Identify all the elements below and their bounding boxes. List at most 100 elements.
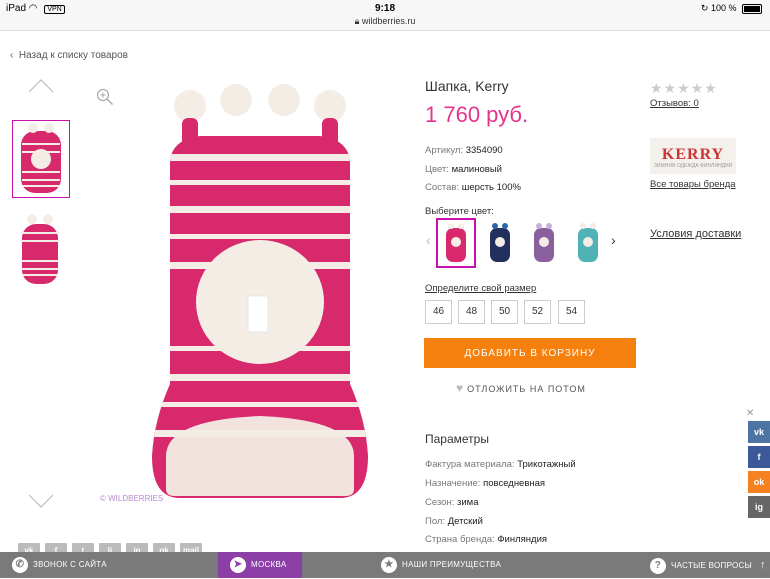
hat-stripe: [22, 143, 60, 145]
phone-icon: ✆: [12, 556, 28, 573]
param-value: Детский: [447, 516, 483, 527]
hat-stripe: [152, 154, 368, 161]
url-text: wildberries.ru: [361, 16, 416, 26]
thumbnail-image: [21, 214, 59, 284]
side-odnoklassniki-button[interactable]: ok: [748, 471, 770, 493]
spec-article: Артикул: 3354090: [425, 145, 503, 156]
product-main-image[interactable]: [140, 84, 380, 504]
param-label: Фактура материала:: [425, 459, 515, 470]
hat-stripe: [22, 171, 60, 173]
delivery-terms-link[interactable]: Условия доставки: [650, 228, 741, 240]
param-value: Финляндия: [497, 534, 548, 545]
thumbnail-image: [21, 123, 61, 193]
chevron-left-icon: ‹: [10, 50, 19, 61]
color-swatch-raspberry[interactable]: [436, 218, 476, 268]
spec-color: Цвет: малиновый: [425, 164, 502, 175]
hat-stripe: [22, 179, 60, 181]
hat-stripe: [152, 234, 368, 239]
side-instagram-button[interactable]: ig: [748, 496, 770, 518]
color-swatch-navy[interactable]: [482, 220, 518, 266]
gallery-thumbnail-2[interactable]: [12, 210, 68, 286]
hat-stripe: [152, 374, 368, 381]
hat-stripe: [152, 206, 368, 213]
param-value: зима: [457, 497, 479, 508]
swatch-hat-image: [446, 223, 466, 262]
size-option-52[interactable]: 52: [524, 300, 551, 324]
postpone-button[interactable]: ♥ ОТЛОЖИТЬ НА ПОТОМ: [456, 381, 586, 395]
lock-icon: 🔒︎: [354, 16, 360, 26]
rotation-lock-icon: ↻: [700, 3, 709, 13]
spec-label: Цвет:: [425, 164, 449, 175]
param-label: Сезон:: [425, 497, 455, 508]
spec-label: Состав:: [425, 182, 460, 193]
brand-logo[interactable]: KERRY ЗИМНЯЯ ОДЕЖДА ФИНЛЯНДИЯ: [650, 138, 736, 174]
watermark: © WILDBERRIES: [100, 494, 164, 503]
brand-logo-text: KERRY: [661, 146, 725, 163]
params-heading: Параметры: [425, 432, 489, 446]
gallery-thumbnail-1[interactable]: [12, 120, 70, 198]
param-row: Страна бренда: Финляндия: [425, 534, 547, 545]
param-row: Пол: Детский: [425, 516, 483, 527]
hat-stripe: [21, 268, 59, 270]
close-social-icon[interactable]: ✕: [746, 408, 754, 419]
gallery-down-arrow[interactable]: [28, 493, 54, 511]
side-facebook-button[interactable]: f: [748, 446, 770, 468]
hat-stripe: [21, 240, 59, 242]
hat-stripe: [21, 232, 59, 234]
chevron-right-icon[interactable]: ›: [611, 232, 616, 248]
hat-stripe: [152, 402, 368, 407]
param-value: повседневная: [483, 478, 546, 489]
advantages-button[interactable]: ★ НАШИ ПРЕИМУЩЕСТВА: [381, 552, 501, 578]
zoom-icon[interactable]: [96, 88, 114, 106]
side-vk-button[interactable]: vk: [748, 421, 770, 443]
postpone-label: ОТЛОЖИТЬ НА ПОТОМ: [467, 384, 586, 394]
star-icon: ★: [663, 80, 678, 96]
star-icon: ★: [650, 80, 664, 96]
product-price: 1 760 руб.: [425, 102, 529, 127]
size-option-48[interactable]: 48: [458, 300, 485, 324]
param-label: Пол:: [425, 516, 446, 527]
size-option-54[interactable]: 54: [558, 300, 585, 324]
rating-stars[interactable]: ★★★★★: [650, 80, 718, 97]
size-option-50[interactable]: 50: [491, 300, 518, 324]
faq-label: ЧАСТЫЕ ВОПРОСЫ: [671, 561, 753, 570]
swatch-hat-image: [578, 223, 598, 262]
color-swatch-turquoise[interactable]: [570, 220, 606, 266]
bottom-bar: ✆ ЗВОНОК С САЙТА ➤ МОСКВА ★ НАШИ ПРЕИМУЩЕСТ…: [0, 552, 770, 578]
star-icon: ★: [381, 556, 397, 573]
chevron-left-icon[interactable]: ‹: [426, 232, 431, 248]
gallery-up-arrow[interactable]: [28, 76, 54, 94]
call-from-site-button[interactable]: ✆ ЗВОНОК С САЙТА: [12, 552, 107, 578]
city-label: МОСКВА: [251, 560, 287, 569]
battery-icon: [742, 3, 762, 14]
heart-icon: ♥: [456, 381, 465, 395]
spec-value: шерсть 100%: [461, 182, 521, 193]
status-bar: iPad ◠ VPN 9:18 🔒︎ wildberries.ru ↻ 100 …: [0, 0, 770, 31]
address-bar[interactable]: 🔒︎ wildberries.ru: [0, 16, 770, 27]
size-option-46[interactable]: 46: [425, 300, 452, 324]
call-label: ЗВОНОК С САЙТА: [33, 560, 107, 569]
brand-tagline: ЗИМНЯЯ ОДЕЖДА ФИНЛЯНДИЯ: [653, 163, 733, 169]
swatch-hat-image: [534, 223, 554, 262]
battery-percent: 100 %: [710, 3, 737, 13]
all-brand-products-link[interactable]: Все товары бренда: [650, 179, 736, 190]
location-arrow-icon: ➤: [230, 556, 246, 573]
faq-button[interactable]: ? ЧАСТЫЕ ВОПРОСЫ ↑: [650, 552, 766, 578]
reviews-link[interactable]: Отзывов: 0: [650, 98, 699, 109]
product-title: Шапка, Kerry: [425, 78, 509, 94]
size-guide-link[interactable]: Определите свой размер: [425, 283, 536, 294]
star-icon: ★: [677, 80, 691, 96]
back-to-list-link[interactable]: ‹ Назад к списку товаров: [10, 50, 128, 61]
advantages-label: НАШИ ПРЕИМУЩЕСТВА: [402, 560, 502, 569]
status-right: ↻ 100 %: [701, 3, 762, 14]
arrow-up-icon: ↑: [760, 559, 766, 571]
param-label: Назначение:: [425, 478, 481, 489]
clock: 9:18: [374, 3, 395, 14]
param-row: Назначение: повседневная: [425, 478, 545, 489]
param-row: Сезон: зима: [425, 497, 478, 508]
color-swatch-purple[interactable]: [526, 220, 562, 266]
city-selector-label[interactable]: ➤ МОСКВА: [230, 552, 287, 578]
param-row: Фактура материала: Трикотажный: [425, 459, 576, 470]
spec-value: малиновый: [451, 164, 502, 175]
add-to-cart-button[interactable]: ДОБАВИТЬ В КОРЗИНУ: [424, 338, 636, 368]
